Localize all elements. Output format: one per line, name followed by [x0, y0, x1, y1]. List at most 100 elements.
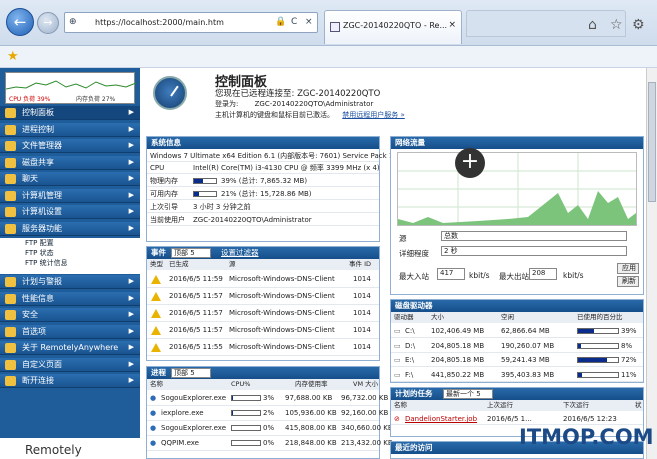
refresh-button[interactable]: 刷新	[617, 276, 639, 287]
sidebar-item[interactable]: 计算机管理 ▶	[0, 188, 140, 203]
process-row[interactable]: ● SogouExplorer.exe 0% 415,808.00 KB 340,660…	[147, 421, 393, 436]
chevron-right-icon: ▶	[128, 223, 134, 232]
apply-button[interactable]: 应用	[617, 263, 639, 274]
menu-icon	[5, 190, 16, 201]
event-id: 1014	[353, 309, 371, 317]
events-filter-select[interactable]: 顶部 5	[171, 248, 211, 258]
sidebar-item[interactable]: 服务器功能 ▶	[0, 221, 140, 236]
network-graph: +	[397, 148, 637, 226]
event-row[interactable]: 2016/6/5 11:57 Microsoft-Windows-DNS-Clie…	[147, 305, 379, 322]
tab-title: ZGC-20140220QTO - Re...	[343, 21, 448, 30]
process-icon: ●	[150, 394, 157, 402]
sidebar-item-label: 文件管理器	[22, 141, 62, 150]
drive-icon: ▭	[394, 341, 401, 350]
site-icon: ⊕	[69, 17, 77, 27]
disk-row[interactable]: ▭ D:\ 204,805.18 MB 190,260.07 MB 8%	[391, 339, 643, 353]
add-favorite-icon[interactable]: ★	[7, 49, 19, 64]
disk-row[interactable]: ▭ E:\ 204,805.18 MB 59,241.43 MB 72%	[391, 353, 643, 367]
events-title: 事件	[151, 248, 166, 257]
chevron-right-icon: ▶	[128, 310, 134, 318]
drive-size: 204,805.18 MB	[431, 341, 485, 350]
sidebar-item[interactable]: 自定义页面 ▶	[0, 357, 140, 372]
drive-used-pct: 72%	[621, 356, 637, 364]
back-button[interactable]: ←	[6, 8, 34, 36]
event-source: Microsoft-Windows-DNS-Client	[229, 275, 335, 283]
tab-active[interactable]: ZGC-20140220QTO - Re... ×	[324, 10, 462, 44]
sidebar-item[interactable]: 进程控制 ▶	[0, 122, 140, 137]
sysinfo-value: Intel(R) Core(TM) i3-4130 CPU @ 频率 3399 …	[193, 164, 380, 172]
tab-new[interactable]	[466, 10, 626, 37]
drive-free: 59,241.43 MB	[501, 356, 550, 364]
task-row[interactable]: ⊘ DandelionStarter.job 2016/6/5 1... 201…	[391, 413, 643, 425]
sidebar-item[interactable]: 性能信息 ▶	[0, 291, 140, 306]
sidebar-item[interactable]: 首选项 ▶	[0, 324, 140, 339]
sysinfo-row: 上次引导 3 小时 3 分钟之前	[147, 201, 379, 213]
tasks-title: 计划的任务	[395, 389, 433, 398]
process-icon: ●	[150, 424, 157, 432]
sidebar-item[interactable]: 断开连接 ▶	[0, 374, 140, 388]
events-panel: 事件 顶部 5 设置过滤器 类型 已生成 源 事件 ID 2016/6/5 11…	[146, 246, 380, 361]
event-row[interactable]: 2016/6/5 11:55 Microsoft-Windows-DNS-Clie…	[147, 339, 379, 356]
event-time: 2016/6/5 11:57	[169, 309, 223, 317]
sidebar-item[interactable]: 安全 ▶	[0, 308, 140, 322]
login-value: ZGC-20140220QTO\Administrator	[254, 100, 374, 108]
sidebar-item[interactable]: 磁盘共享 ▶	[0, 155, 140, 170]
disk-row[interactable]: ▭ F:\ 441,850.22 MB 395,403.83 MB 11%	[391, 368, 643, 382]
source-select[interactable]: 总数	[441, 231, 627, 241]
disk-row[interactable]: ▭ C:\ 102,406.49 MB 62,866.64 MB 39%	[391, 324, 643, 338]
stop-icon[interactable]: ×	[305, 17, 313, 27]
forward-button[interactable]: →	[37, 12, 59, 34]
task-icon: ⊘	[394, 415, 400, 423]
menu-icon	[5, 343, 16, 353]
tab-close-icon[interactable]: ×	[448, 20, 456, 30]
task-last-run: 2016/6/5 1...	[487, 415, 532, 423]
zoom-plus-icon[interactable]: +	[455, 148, 485, 178]
procs-filter-select[interactable]: 顶部 5	[171, 368, 211, 378]
sidebar-item[interactable]: 文件管理器 ▶	[0, 139, 140, 153]
address-bar[interactable]: ⊕ https://localhost:2000/main.htm 🔒 C ×	[64, 12, 318, 33]
menu-icon	[5, 310, 16, 320]
sidebar-item[interactable]: 控制面板 ▶	[0, 106, 140, 120]
max-out-input[interactable]: 208	[529, 268, 557, 280]
sidebar-item[interactable]: 计划与警报 ▶	[0, 275, 140, 289]
submenu-ftp-config[interactable]: FTP 配置	[0, 238, 140, 248]
dashboard-icon	[153, 76, 187, 110]
sidebar-item[interactable]: 计算机设置 ▶	[0, 205, 140, 219]
sidebar: CPU 负荷 39% 内存负荷 27% FTP 配置 FTP 状态 FTP 统计…	[0, 68, 140, 459]
refresh-icon[interactable]: C	[291, 17, 297, 27]
menu-icon	[5, 141, 16, 151]
favorites-star-icon[interactable]: ☆	[610, 17, 623, 33]
sidebar-item[interactable]: 聊天 ▶	[0, 172, 140, 186]
set-filter-link[interactable]: 设置过滤器	[221, 247, 259, 259]
tasks-filter-select[interactable]: 最新一个 5	[443, 389, 493, 399]
max-in-input[interactable]: 417	[437, 268, 465, 280]
submenu-ftp-stats[interactable]: FTP 统计信息	[0, 258, 140, 268]
cpu-bar	[231, 425, 261, 431]
events-header: 类型 已生成 源 事件 ID	[147, 259, 379, 270]
event-row[interactable]: 2016/6/5 11:57 Microsoft-Windows-DNS-Clie…	[147, 288, 379, 305]
sidebar-item-label: 控制面板	[22, 108, 54, 117]
submenu-ftp-status[interactable]: FTP 状态	[0, 248, 140, 258]
sidebar-item[interactable]: 关于 RemotelyAnywhere ▶	[0, 341, 140, 355]
drive-size: 441,850.22 MB	[431, 370, 485, 379]
disable-remote-link[interactable]: 禁用远程用户服务 »	[342, 111, 405, 119]
sysinfo-value: 21% (总计: 15,728.86 MB)	[221, 190, 312, 198]
chevron-right-icon: ▶	[128, 157, 134, 166]
max-out-unit: kbit/s	[563, 271, 584, 280]
event-row[interactable]: 2016/6/5 11:57 Microsoft-Windows-DNS-Clie…	[147, 322, 379, 339]
interval-select[interactable]: 2 秒	[441, 246, 627, 256]
page-scrollbar[interactable]	[646, 68, 657, 459]
sysinfo-row: 可用内存 21% (总计: 15,728.86 MB)	[147, 188, 379, 200]
event-row[interactable]: 2016/6/5 11:59 Microsoft-Windows-DNS-Clie…	[147, 271, 379, 288]
gear-icon[interactable]: ⚙	[632, 17, 645, 33]
menu-icon	[5, 108, 16, 118]
process-row[interactable]: ● QQPIM.exe 0% 218,848.00 KB 213,432.00 KB	[147, 436, 393, 451]
task-name[interactable]: DandelionStarter.job	[405, 413, 477, 425]
process-row[interactable]: ● SogouExplorer.exe 3% 97,688.00 KB 96,732.0…	[147, 391, 388, 406]
home-icon[interactable]: ⌂	[588, 17, 597, 33]
url-text[interactable]: https://localhost:2000/main.htm	[95, 18, 224, 27]
connection-info: 您现在已远程连接至: ZGC-20140220QTO	[215, 89, 381, 99]
process-row[interactable]: ● iexplore.exe 2% 105,936.00 KB 92,160.00 KB	[147, 406, 388, 421]
scrollbar-thumb[interactable]	[648, 82, 656, 202]
os-row: Windows 7 Ultimate x64 Edition 6.1 (内部版本…	[147, 150, 393, 162]
